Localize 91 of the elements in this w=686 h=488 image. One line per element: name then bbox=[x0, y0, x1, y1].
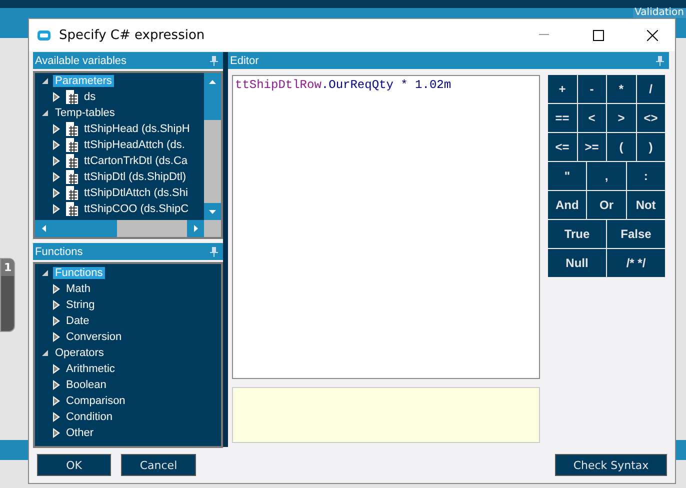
operator-key[interactable]: < bbox=[578, 104, 606, 132]
tree-item[interactable]: Other bbox=[64, 427, 96, 439]
tree-item[interactable]: Boolean bbox=[64, 379, 108, 391]
expand-arrow-icon[interactable] bbox=[53, 428, 60, 438]
table-icon bbox=[64, 202, 78, 216]
tree-item[interactable]: Operators bbox=[53, 347, 106, 359]
scroll-thumb[interactable] bbox=[52, 220, 117, 237]
expand-arrow-icon[interactable] bbox=[53, 300, 60, 310]
tree-item[interactable]: ttShipDtl (ds.ShipDtl) bbox=[82, 171, 188, 183]
operator-key[interactable]: / bbox=[636, 75, 665, 103]
ok-button[interactable]: OK bbox=[37, 454, 111, 476]
scroll-left-icon[interactable] bbox=[42, 225, 46, 232]
expand-arrow-icon[interactable] bbox=[53, 140, 60, 150]
expand-arrow-icon[interactable] bbox=[53, 92, 60, 102]
cancel-button[interactable]: Cancel bbox=[121, 454, 196, 476]
operator-key[interactable]: ( bbox=[607, 133, 636, 161]
operator-key[interactable]: " bbox=[548, 162, 586, 190]
operator-key[interactable]: /* */ bbox=[607, 249, 665, 277]
operator-key[interactable]: , bbox=[587, 162, 626, 190]
expand-arrow-icon[interactable] bbox=[53, 188, 60, 198]
tree-item[interactable]: ds bbox=[82, 91, 98, 103]
window-title: Specify C# expression bbox=[59, 28, 206, 42]
operator-key[interactable]: False bbox=[607, 220, 665, 248]
operator-key[interactable]: * bbox=[607, 75, 636, 103]
expand-arrow-icon[interactable] bbox=[53, 124, 60, 134]
scroll-thumb[interactable] bbox=[204, 90, 221, 120]
horizontal-scrollbar[interactable] bbox=[35, 220, 221, 237]
tree-item[interactable]: Date bbox=[64, 315, 92, 327]
operator-key[interactable]: + bbox=[548, 75, 576, 103]
pin-icon[interactable] bbox=[210, 246, 218, 256]
table-icon bbox=[64, 138, 78, 152]
operator-key[interactable]: Null bbox=[548, 249, 606, 277]
operator-key[interactable]: > bbox=[607, 104, 636, 132]
pin-icon[interactable] bbox=[656, 56, 664, 66]
count-badge: 1 bbox=[1, 259, 14, 276]
expand-arrow-icon[interactable] bbox=[53, 284, 60, 294]
tree-item[interactable]: ttShipCOO (ds.ShipC bbox=[82, 203, 191, 215]
table-icon bbox=[64, 170, 78, 184]
scroll-down-icon[interactable] bbox=[209, 210, 216, 214]
tree-item[interactable]: Conversion bbox=[64, 331, 124, 343]
table-icon bbox=[64, 154, 78, 168]
expand-arrow-icon[interactable] bbox=[53, 156, 60, 166]
tree-item[interactable]: ttShipHeadAttch (ds. bbox=[82, 139, 187, 151]
operator-key[interactable]: == bbox=[548, 104, 576, 132]
tree-item[interactable]: ttShipDtlAttch (ds.Shi bbox=[82, 187, 190, 199]
collapse-arrow-icon[interactable] bbox=[41, 349, 49, 357]
expand-arrow-icon[interactable] bbox=[53, 204, 60, 214]
panel-title: Available variables bbox=[35, 54, 127, 66]
expand-arrow-icon[interactable] bbox=[53, 316, 60, 326]
tree-item[interactable]: ttShipHead (ds.ShipH bbox=[82, 123, 192, 135]
close-icon[interactable] bbox=[646, 30, 658, 40]
tree-item[interactable]: Comparison bbox=[64, 395, 128, 407]
expand-arrow-icon[interactable] bbox=[53, 364, 60, 374]
expand-arrow-icon[interactable] bbox=[53, 412, 60, 422]
minimize-icon[interactable] bbox=[539, 34, 549, 36]
collapse-arrow-icon[interactable] bbox=[41, 109, 49, 117]
scroll-right-icon[interactable] bbox=[194, 225, 198, 232]
expand-arrow-icon[interactable] bbox=[53, 172, 60, 182]
window-icon bbox=[37, 30, 51, 40]
operator-key[interactable]: Or bbox=[587, 191, 626, 219]
operator-key[interactable]: ) bbox=[636, 133, 665, 161]
panel-title: Editor bbox=[230, 54, 259, 66]
operator-key[interactable]: And bbox=[548, 191, 586, 219]
operator-key[interactable]: >= bbox=[578, 133, 606, 161]
operator-key[interactable]: <= bbox=[548, 133, 576, 161]
collapse-arrow-icon[interactable] bbox=[41, 269, 49, 277]
expression-editor[interactable]: ttShipDtlRow.OurReqQty * 1.02m bbox=[232, 75, 540, 379]
maximize-icon[interactable] bbox=[592, 30, 604, 40]
tree-item[interactable]: String bbox=[64, 299, 97, 311]
vertical-scrollbar[interactable] bbox=[204, 73, 221, 220]
collapse-arrow-icon[interactable] bbox=[41, 77, 49, 85]
table-icon bbox=[64, 186, 78, 200]
operator-key[interactable]: True bbox=[548, 220, 606, 248]
table-icon bbox=[64, 122, 78, 136]
table-icon bbox=[64, 90, 78, 104]
pin-icon[interactable] bbox=[210, 56, 218, 66]
check-syntax-button[interactable]: Check Syntax bbox=[555, 454, 667, 476]
scroll-up-icon[interactable] bbox=[209, 80, 216, 84]
tree-item[interactable]: Arithmetic bbox=[64, 363, 117, 375]
expand-arrow-icon[interactable] bbox=[53, 332, 60, 342]
tree-item[interactable]: ttCartonTrkDtl (ds.Ca bbox=[82, 155, 190, 167]
tree-item[interactable]: Temp-tables bbox=[53, 107, 117, 119]
tree-item[interactable]: Math bbox=[64, 283, 92, 295]
operator-key[interactable]: Not bbox=[626, 191, 665, 219]
expand-arrow-icon[interactable] bbox=[53, 380, 60, 390]
panel-title: Functions bbox=[35, 246, 83, 258]
operator-key[interactable]: : bbox=[626, 162, 665, 190]
operator-key[interactable]: <> bbox=[636, 104, 665, 132]
operator-key[interactable]: - bbox=[578, 75, 606, 103]
expand-arrow-icon[interactable] bbox=[53, 396, 60, 406]
tree-item[interactable]: Condition bbox=[64, 411, 114, 423]
